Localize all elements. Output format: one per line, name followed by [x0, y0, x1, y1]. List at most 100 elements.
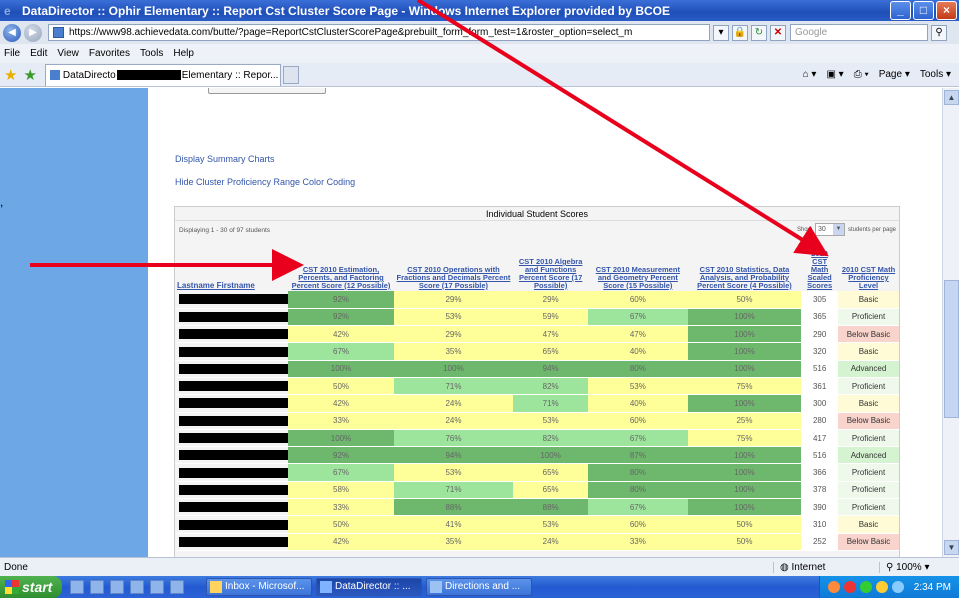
redaction-block [179, 294, 289, 305]
zoom-control[interactable]: ⚲ 100% ▾ [879, 561, 959, 573]
tools-menu[interactable]: Tools ▾ [920, 69, 951, 80]
quicklaunch-icon[interactable] [70, 580, 84, 594]
displaying-info: Displaying 1 - 30 of 97 students [179, 227, 271, 234]
student-name-redacted[interactable] [175, 498, 289, 517]
score-cell: 42% [288, 394, 394, 413]
student-name-redacted[interactable] [175, 291, 289, 309]
lastname-header[interactable]: Lastname [177, 281, 214, 290]
student-name-redacted[interactable] [175, 429, 289, 448]
score-cell: 47% [513, 325, 588, 344]
quicklaunch-icon[interactable] [110, 580, 124, 594]
menu-edit[interactable]: Edit [30, 48, 47, 59]
per-page-select[interactable]: 30 ▼ [814, 223, 845, 236]
address-dropdown-button[interactable]: ▾ [713, 24, 729, 41]
proficiency-cell: Proficient [838, 308, 899, 327]
hide-color-coding-link[interactable]: Hide Cluster Proficiency Range Color Cod… [175, 177, 355, 187]
home-icon[interactable]: ⌂ ▾ [803, 69, 817, 80]
student-name-redacted[interactable] [175, 342, 289, 361]
scroll-thumb[interactable] [944, 280, 959, 418]
student-name-redacted[interactable] [175, 412, 289, 430]
maximize-button[interactable]: □ [913, 1, 934, 20]
forward-button[interactable]: ▶ [24, 23, 42, 42]
menu-favorites[interactable]: Favorites [89, 48, 130, 59]
header-measurement[interactable]: CST 2010 Measurement and Geometry Percen… [588, 241, 688, 291]
taskbar-item-inbox[interactable]: Inbox - Microsof... [206, 578, 312, 596]
scroll-down-button[interactable]: ▼ [944, 540, 959, 555]
search-button[interactable]: ⚲ [931, 24, 947, 41]
student-name-redacted[interactable] [175, 515, 289, 534]
quicklaunch-icon[interactable] [170, 580, 184, 594]
tab-datadirector[interactable]: DataDirecto Elementary :: Repor... [44, 63, 281, 86]
header-scaled-score[interactable]: 2010 CST Math Scaled Scores [801, 241, 838, 291]
student-name-redacted[interactable] [175, 394, 289, 413]
proficiency-cell: Basic [838, 394, 899, 413]
favorites-star-icon[interactable]: ★ [4, 66, 17, 84]
scroll-up-button[interactable]: ▲ [944, 90, 959, 105]
edge-comma: , [0, 195, 4, 209]
menu-help[interactable]: Help [173, 48, 194, 59]
scaled-score-cell: 361 [801, 377, 838, 396]
header-estimation[interactable]: CST 2010 Estimation, Percents, and Facto… [288, 241, 393, 291]
window-titlebar[interactable]: e DataDirector :: Ophir Elementary :: Re… [0, 0, 959, 21]
taskbar-item-directions[interactable]: Directions and ... [426, 578, 532, 596]
lock-icon[interactable]: 🔒 [732, 24, 748, 41]
close-button[interactable]: × [936, 1, 957, 20]
back-button[interactable]: ◀ [3, 23, 21, 42]
table-row: 100% 76% 82% 67% 75% 417 Proficient [175, 429, 899, 448]
menu-file[interactable]: File [4, 48, 20, 59]
taskbar-item-datadirector[interactable]: DataDirector :: ... [316, 578, 422, 596]
tray-icon[interactable] [859, 581, 872, 593]
start-label: start [22, 579, 53, 595]
start-button[interactable]: start [0, 576, 62, 598]
score-cell: 100% [513, 446, 588, 465]
zoom-icon: ⚲ [886, 561, 897, 573]
student-name-redacted[interactable] [175, 377, 289, 396]
security-zone: ◍ Internet [773, 561, 879, 573]
header-operations[interactable]: CST 2010 Operations with Fractions and D… [394, 241, 514, 291]
command-bar: ⌂ ▾ ▣ ▾ ⎙ ▾ Page ▾ Tools ▾ [803, 69, 959, 80]
score-cell: 33% [587, 533, 688, 551]
refresh-button[interactable]: ↻ [751, 24, 767, 41]
search-input[interactable]: Google [790, 24, 928, 41]
top-button[interactable] [208, 88, 326, 94]
scaled-score-cell: 365 [801, 308, 838, 327]
header-proficiency[interactable]: 2010 CST Math Proficiency Level [838, 241, 899, 291]
tray-icon[interactable] [875, 581, 888, 593]
quicklaunch-icon[interactable] [130, 580, 144, 594]
header-statistics[interactable]: CST 2010 Statistics, Data Analysis, and … [688, 241, 801, 291]
score-cell: 100% [687, 360, 802, 378]
student-name-redacted[interactable] [175, 308, 289, 327]
score-cell: 24% [513, 533, 588, 551]
menu-tools[interactable]: Tools [140, 48, 163, 59]
score-cell: 50% [687, 515, 802, 534]
feeds-icon[interactable]: ▣ ▾ [826, 69, 843, 80]
score-cell: 35% [393, 342, 514, 361]
new-tab-button[interactable] [282, 65, 299, 84]
student-name-redacted[interactable] [175, 360, 289, 378]
score-cell: 100% [687, 308, 802, 327]
student-name-redacted[interactable] [175, 446, 289, 465]
chevron-down-icon[interactable]: ▼ [832, 224, 844, 235]
student-name-redacted[interactable] [175, 463, 289, 482]
student-name-redacted[interactable] [175, 325, 289, 344]
header-names[interactable]: Lastname Firstname [175, 241, 288, 291]
add-favorites-icon[interactable]: ★ [23, 66, 36, 84]
tray-icon[interactable] [827, 581, 840, 593]
student-name-redacted[interactable] [175, 481, 289, 500]
vertical-scrollbar[interactable]: ▲ ▼ [942, 88, 959, 557]
print-icon[interactable]: ⎙ ▾ [854, 69, 869, 80]
quicklaunch-icon[interactable] [150, 580, 164, 594]
stop-button[interactable]: ✕ [770, 24, 786, 41]
minimize-button[interactable]: _ [890, 1, 911, 20]
address-input[interactable]: https://www98.achievedata.com/butte/?pag… [48, 24, 710, 41]
firstname-header[interactable]: Firstname [217, 281, 255, 290]
tray-icon[interactable] [843, 581, 856, 593]
menu-view[interactable]: View [57, 48, 79, 59]
tray-icon[interactable] [891, 581, 904, 593]
display-summary-charts-link[interactable]: Display Summary Charts [175, 154, 275, 164]
quicklaunch-icon[interactable] [90, 580, 104, 594]
header-algebra[interactable]: CST 2010 Algebra and Functions Percent S… [513, 241, 588, 291]
student-name-redacted[interactable] [175, 533, 289, 551]
score-cell: 59% [513, 308, 588, 327]
page-menu[interactable]: Page ▾ [879, 69, 910, 80]
